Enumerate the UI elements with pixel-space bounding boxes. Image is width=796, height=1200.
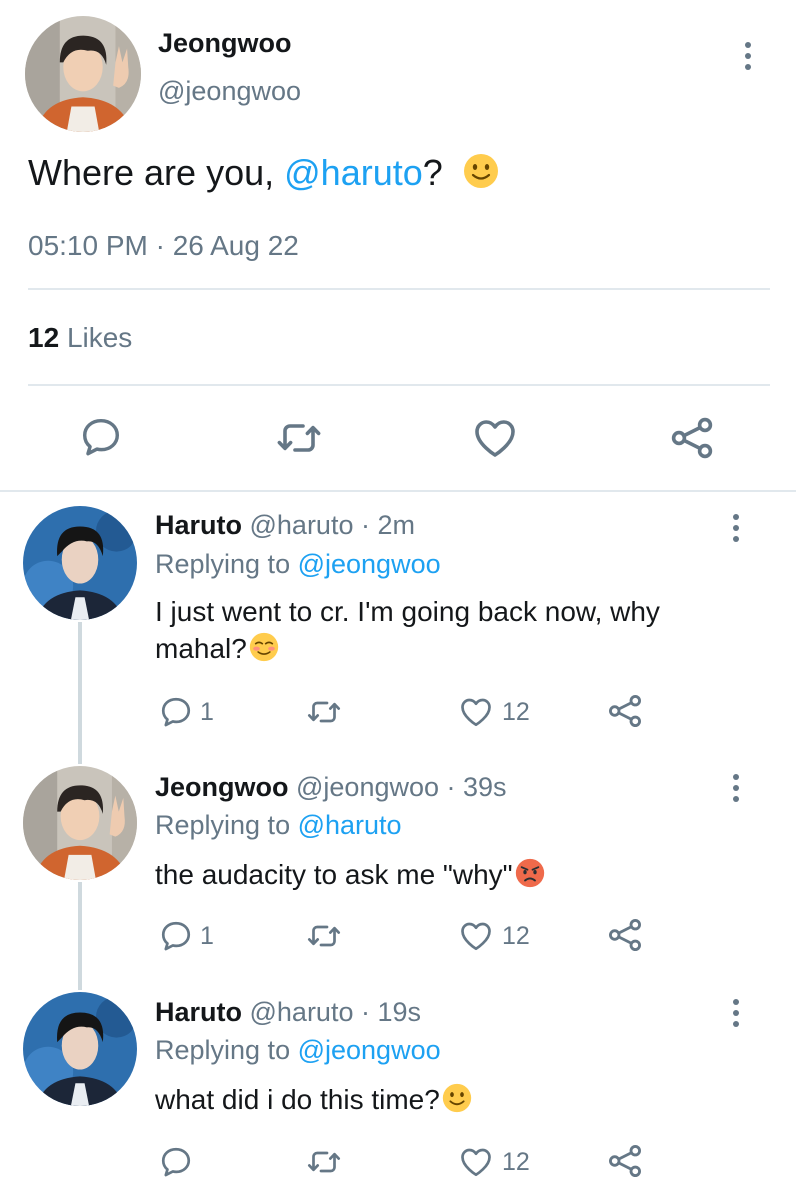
divider	[28, 384, 770, 386]
thread-line	[78, 622, 82, 764]
divider	[28, 288, 770, 290]
reply-text-line-2: mahal?	[155, 630, 660, 667]
timestamp[interactable]: 05:10 PM · 26 Aug 22	[28, 230, 299, 262]
retweet-icon[interactable]	[304, 918, 344, 954]
author-name[interactable]: Haruto	[155, 510, 242, 540]
retweet-icon[interactable]	[273, 414, 325, 462]
likes-label: Likes	[66, 322, 133, 353]
reply-text: I just went to cr. I'm going back now, w…	[155, 593, 660, 667]
author-handle[interactable]: @jeongwoo	[158, 76, 301, 107]
replying-label: Replying to	[155, 549, 298, 579]
avatar[interactable]	[23, 766, 137, 880]
like-count: 12	[502, 698, 530, 726]
share-icon[interactable]	[606, 1142, 644, 1180]
replying-label: Replying to	[155, 810, 298, 840]
replying-to: Replying to @haruto	[155, 810, 402, 841]
tweet-text-body: Where are you,	[28, 152, 285, 193]
share-icon[interactable]	[606, 916, 644, 954]
author-meta[interactable]: @jeongwoo · 39s	[289, 772, 507, 802]
like-count: 12	[502, 922, 530, 950]
more-icon[interactable]	[726, 774, 746, 802]
reply-header: Haruto @haruto · 19s	[155, 997, 421, 1028]
reply-text: what did i do this time?	[155, 1081, 472, 1118]
mention-link[interactable]: @jeongwoo	[298, 1035, 441, 1065]
more-icon[interactable]	[738, 42, 758, 70]
share-icon[interactable]	[606, 692, 644, 730]
more-icon[interactable]	[726, 514, 746, 542]
mention-link[interactable]: @jeongwoo	[298, 549, 441, 579]
smile-emoji	[463, 153, 499, 189]
reply-icon[interactable]	[158, 694, 194, 730]
reply-text-line: what did i do this time?	[155, 1084, 440, 1115]
avatar[interactable]	[23, 992, 137, 1106]
likes-summary[interactable]: 12 Likes	[28, 322, 132, 354]
retweet-icon[interactable]	[304, 694, 344, 730]
reply-text-line: mahal?	[155, 633, 247, 664]
reply-text-line: I just went to cr. I'm going back now, w…	[155, 596, 660, 627]
likes-count: 12	[28, 322, 60, 353]
tweet-text-tail: ?	[422, 152, 443, 193]
like-icon[interactable]	[470, 414, 520, 462]
retweet-icon[interactable]	[304, 1144, 344, 1180]
reply-icon[interactable]	[158, 918, 194, 954]
replying-label: Replying to	[155, 1035, 298, 1065]
reply-icon[interactable]	[158, 1144, 194, 1180]
reply-text: the audacity to ask me "why"	[155, 856, 545, 893]
reply-header: Jeongwoo @jeongwoo · 39s	[155, 772, 507, 803]
mention-link[interactable]: @haruto	[298, 810, 402, 840]
blush-emoji	[249, 632, 279, 662]
reply-count: 1	[200, 698, 214, 726]
author-name[interactable]: Jeongwoo	[158, 28, 292, 59]
divider	[0, 490, 796, 492]
replying-to: Replying to @jeongwoo	[155, 1035, 441, 1066]
author-name[interactable]: Jeongwoo	[155, 772, 289, 802]
like-icon[interactable]	[456, 918, 496, 954]
author-name[interactable]: Haruto	[155, 997, 242, 1027]
reply-text-line: the audacity to ask me "why"	[155, 859, 513, 890]
like-icon[interactable]	[456, 1144, 496, 1180]
share-icon[interactable]	[668, 414, 716, 462]
author-meta[interactable]: @haruto · 2m	[242, 510, 415, 540]
thread-line	[78, 882, 82, 990]
mention-link[interactable]: @haruto	[284, 152, 423, 193]
like-icon[interactable]	[456, 694, 496, 730]
reply-count: 1	[200, 922, 214, 950]
reply-icon[interactable]	[78, 414, 124, 460]
author-meta[interactable]: @haruto · 19s	[242, 997, 422, 1027]
more-icon[interactable]	[726, 999, 746, 1027]
avatar[interactable]	[23, 506, 137, 620]
angry-emoji	[515, 858, 545, 888]
avatar[interactable]	[25, 16, 141, 132]
tweet-text: Where are you, @haruto?	[28, 152, 499, 194]
smile-emoji	[442, 1083, 472, 1113]
replying-to: Replying to @jeongwoo	[155, 549, 441, 580]
reply-header: Haruto @haruto · 2m	[155, 510, 415, 541]
like-count: 12	[502, 1148, 530, 1176]
